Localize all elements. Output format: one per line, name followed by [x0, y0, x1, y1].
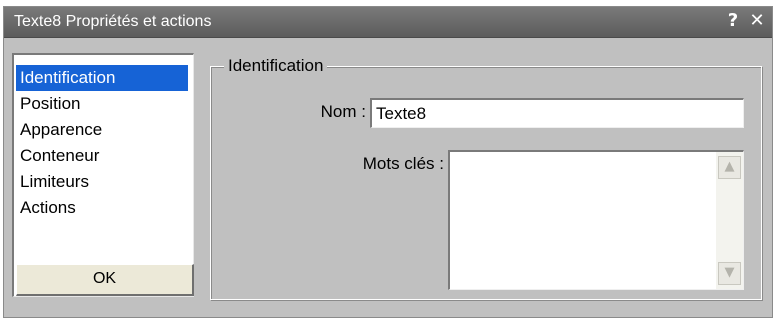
chevron-down-icon[interactable]: ▼	[718, 262, 741, 285]
keywords-field[interactable]: ▲ ▼	[448, 150, 744, 290]
keywords-label: Mots clés :	[362, 154, 444, 173]
keywords-scrollbar[interactable]: ▲ ▼	[716, 152, 743, 289]
sidebar-nav: Identification Position Apparence Conten…	[12, 53, 194, 297]
sidebar-item-actions[interactable]: Actions	[16, 195, 188, 221]
name-label: Nom :	[320, 102, 366, 121]
sidebar-item-conteneur[interactable]: Conteneur	[16, 143, 188, 169]
sidebar-item-identification[interactable]: Identification	[16, 65, 188, 91]
close-button[interactable]: ✕	[746, 10, 768, 32]
keywords-textarea[interactable]	[450, 152, 714, 288]
title-bar[interactable]: Texte8 Propriétés et actions ? ✕	[4, 7, 772, 38]
chevron-up-icon[interactable]: ▲	[718, 156, 741, 179]
sidebar-item-position[interactable]: Position	[16, 91, 188, 117]
dialog-title: Texte8 Propriétés et actions	[14, 13, 212, 30]
help-button[interactable]: ?	[722, 10, 744, 32]
ok-button[interactable]: OK	[16, 264, 194, 296]
name-input[interactable]	[370, 98, 744, 128]
sidebar-item-apparence[interactable]: Apparence	[16, 117, 188, 143]
group-title: Identification	[224, 56, 328, 76]
sidebar-item-limiteurs[interactable]: Limiteurs	[16, 169, 188, 195]
